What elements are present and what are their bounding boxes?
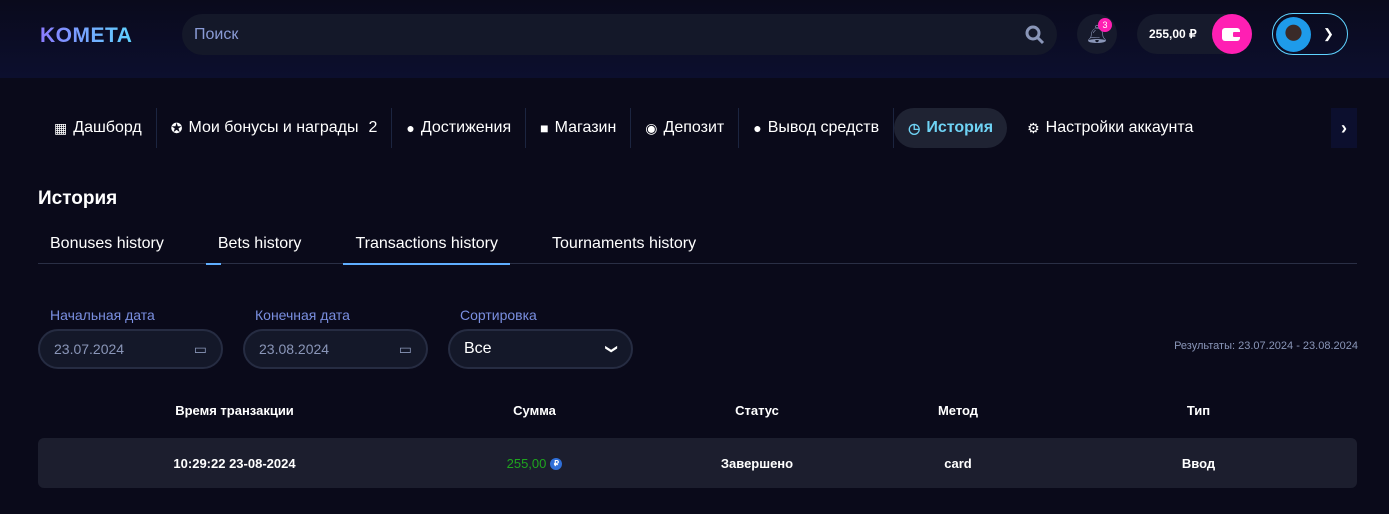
nav-dashboard[interactable]: ▦ Дашборд — [40, 108, 157, 148]
start-date-field: Начальная дата 23.07.2024 ▭ — [38, 307, 223, 369]
nav-scroll-right-button[interactable]: › — [1331, 108, 1357, 148]
end-date-value: 23.08.2024 — [259, 341, 330, 357]
sort-field: Сортировка Все ❯ — [448, 307, 633, 369]
sort-select[interactable]: Все ❯ — [448, 329, 633, 369]
chevron-right-icon: › — [1341, 117, 1347, 138]
profile-menu[interactable]: ❯ — [1272, 13, 1348, 55]
start-date-value: 23.07.2024 — [54, 341, 125, 357]
gear-icon: ⚙ — [1027, 119, 1040, 136]
transaction-method: card — [944, 455, 972, 471]
nav-label: Мои бонусы и награды — [188, 119, 359, 136]
nav-bonuses[interactable]: ✪ Мои бонусы и награды 2 — [157, 108, 393, 148]
history-tabs: Bonuses history Bets history Transaction… — [38, 228, 1357, 265]
search-input[interactable] — [194, 25, 1025, 44]
nav-label: Достижения — [420, 119, 512, 136]
history-icon: ◷ — [908, 119, 921, 136]
start-date-input[interactable]: 23.07.2024 ▭ — [38, 329, 223, 369]
deposit-icon: ◉ — [645, 119, 658, 136]
end-date-field: Конечная дата 23.08.2024 ▭ — [243, 307, 428, 369]
tab-tournaments-history[interactable]: Tournaments history — [540, 228, 708, 264]
column-header: Тип — [1186, 403, 1211, 418]
notifications-button[interactable]: 🔔︎ 3 — [1077, 14, 1117, 54]
table-row: 10:29:22 23-08-2024 255,00 ₽ Завершено ca… — [38, 438, 1357, 488]
sort-value: Все — [464, 340, 492, 357]
balance-value: 255,00 ₽ — [1149, 27, 1197, 41]
column-header: Сумма — [513, 403, 556, 418]
nav-label: Дашборд — [73, 119, 142, 136]
column-header: Статус — [735, 403, 779, 418]
results-range: Результаты: 23.07.2024 - 23.08.2024 — [1174, 340, 1358, 352]
chevron-down-icon: ❯ — [1323, 26, 1334, 41]
logo[interactable]: KOMETA — [40, 24, 132, 48]
amount-value: 255,00 — [506, 455, 547, 471]
account-nav: ▦ Дашборд ✪ Мои бонусы и награды 2 ● Достиже… — [40, 108, 1358, 148]
transaction-status: Завершено — [720, 455, 794, 471]
page-title: История — [38, 188, 118, 209]
nav-label: История — [926, 119, 994, 136]
column-header: Время транзакции — [175, 403, 294, 418]
calendar-icon[interactable]: ▭ — [399, 341, 412, 358]
start-date-label: Начальная дата — [50, 307, 155, 323]
nav-shop[interactable]: ■ Магазин — [526, 108, 632, 148]
dashboard-icon: ▦ — [54, 119, 68, 136]
end-date-input[interactable]: 23.08.2024 ▭ — [243, 329, 428, 369]
nav-deposit[interactable]: ◉ Депозит — [631, 108, 740, 148]
column-header: Метод — [937, 403, 979, 418]
nav-label: Магазин — [554, 119, 617, 136]
notification-badge: 3 — [1098, 18, 1112, 32]
nav-withdraw[interactable]: ● Вывод средств — [739, 108, 895, 148]
gift-icon: ✪ — [170, 119, 183, 136]
nav-history[interactable]: ◷ История — [894, 108, 1008, 148]
avatar — [1276, 16, 1311, 52]
nav-label: Вывод средств — [767, 119, 880, 136]
balance: 255,00 ₽ — [1137, 14, 1252, 54]
nav-count: 2 — [368, 119, 378, 136]
nav-settings[interactable]: ⚙ Настройки аккаунта — [1013, 108, 1207, 148]
tab-bonuses-history[interactable]: Bonuses history — [38, 228, 176, 264]
transaction-type: Ввод — [1181, 455, 1216, 471]
tab-transactions-history[interactable]: Transactions history — [343, 228, 510, 265]
end-date-label: Конечная дата — [255, 307, 350, 323]
transaction-amount: 255,00 ₽ — [431, 456, 638, 471]
nav-label: Настройки аккаунта — [1045, 119, 1194, 136]
sort-label: Сортировка — [460, 307, 537, 323]
shop-icon: ■ — [540, 120, 549, 136]
table-header: Время транзакции Сумма Статус Метод Тип — [38, 403, 1357, 418]
award-icon: ● — [406, 120, 415, 136]
wallet-icon — [1222, 28, 1241, 41]
search-icon[interactable] — [1025, 25, 1045, 45]
header: KOMETA 🔔︎3 255,00 ₽ ❯ — [0, 0, 1389, 78]
nav-achievements[interactable]: ● Достижения — [392, 108, 527, 148]
nav-label: Депозит — [663, 119, 725, 136]
chevron-down-icon: ❯ — [604, 343, 619, 355]
search-bar[interactable] — [182, 14, 1057, 55]
calendar-icon[interactable]: ▭ — [194, 341, 207, 358]
wallet-button[interactable] — [1212, 14, 1252, 54]
transaction-time: 10:29:22 23-08-2024 — [173, 455, 296, 471]
ruble-icon: ₽ — [550, 458, 563, 471]
money-bag-icon: ● — [753, 120, 762, 136]
tab-bets-history[interactable]: Bets history — [205, 228, 314, 265]
